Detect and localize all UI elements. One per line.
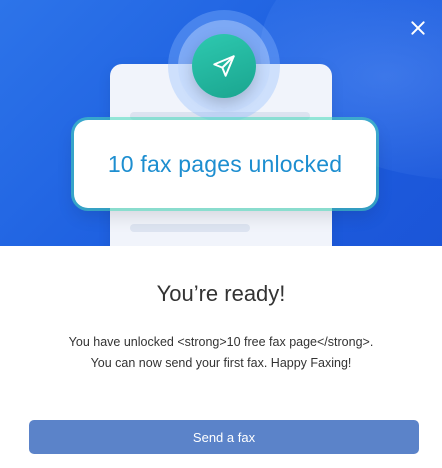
send-plane-icon	[192, 34, 256, 98]
unlocked-pages-card: 10 fax pages unlocked	[74, 120, 376, 208]
send-fax-button[interactable]: Send a fax	[29, 420, 419, 454]
fax-unlocked-dialog: 10 fax pages unlocked You’re ready! You …	[0, 0, 442, 468]
message-line-1: You have unlocked <strong>10 free fax pa…	[68, 335, 374, 349]
unlocked-pages-text: 10 fax pages unlocked	[107, 150, 343, 177]
hero-banner: 10 fax pages unlocked	[0, 0, 442, 246]
dialog-message: You have unlocked <strong>10 free fax pa…	[0, 332, 442, 374]
dialog-title: You’re ready!	[156, 281, 286, 306]
message-line-2: You can now send your first fax. Happy F…	[90, 356, 352, 370]
doc-line	[130, 224, 250, 232]
close-icon[interactable]	[410, 20, 426, 36]
